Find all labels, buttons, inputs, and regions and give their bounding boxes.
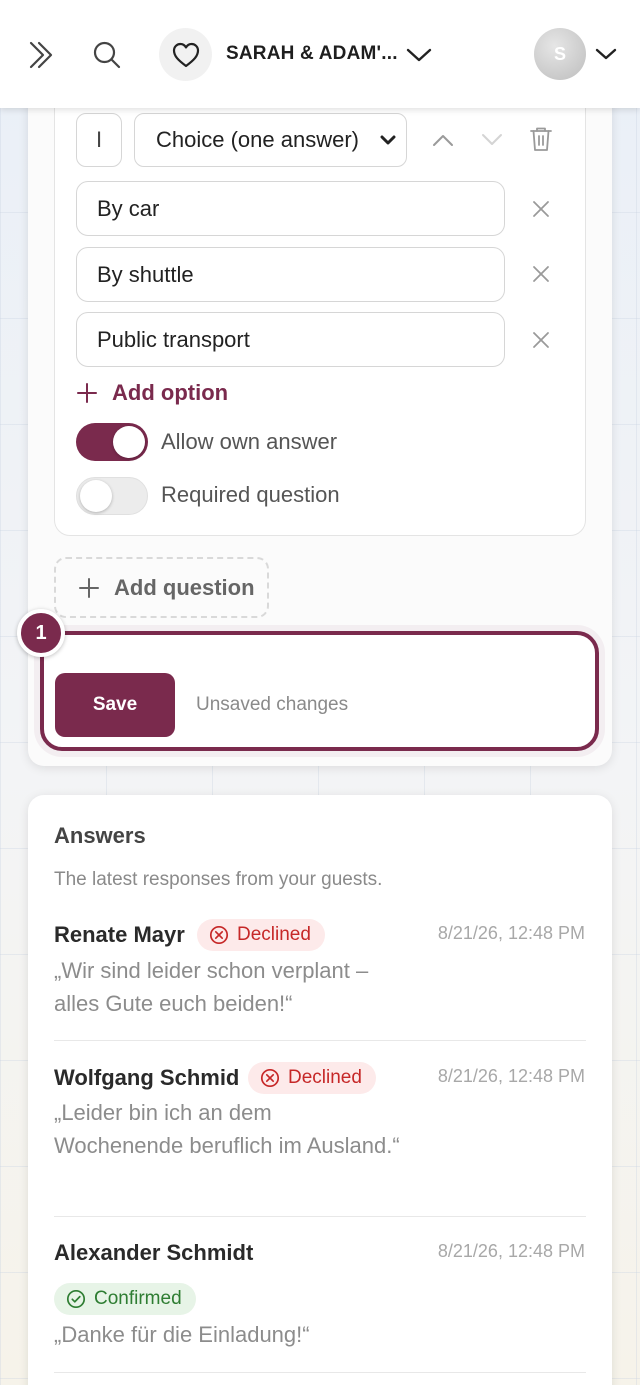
remove-option-button[interactable] bbox=[527, 260, 555, 288]
delete-question-button[interactable] bbox=[525, 122, 557, 156]
event-switcher-button[interactable] bbox=[402, 38, 436, 72]
plus-icon bbox=[76, 382, 98, 404]
chevron-up-icon bbox=[433, 135, 453, 146]
step-badge: 1 bbox=[17, 609, 65, 657]
account-menu-button[interactable] bbox=[590, 38, 622, 70]
response-name: Renate Mayr bbox=[54, 922, 185, 947]
allow-own-answer-toggle[interactable] bbox=[76, 423, 148, 461]
response-message: „Leider bin ich an dem Wochenende berufl… bbox=[54, 1100, 400, 1158]
answers-title: Answers bbox=[54, 823, 146, 848]
move-question-up-button[interactable] bbox=[427, 124, 459, 156]
required-question-toggle[interactable] bbox=[76, 477, 148, 515]
option-input[interactable]: Public transport bbox=[76, 312, 505, 367]
divider bbox=[54, 1372, 586, 1373]
close-icon bbox=[533, 332, 549, 348]
response-time: 8/21/26, 12:48 PM bbox=[437, 1066, 585, 1086]
save-button[interactable]: Save bbox=[55, 673, 175, 737]
response-name: Wolfgang Schmid bbox=[54, 1065, 240, 1090]
remove-option-button[interactable] bbox=[527, 195, 555, 223]
status-badge-label: Declined bbox=[237, 924, 311, 945]
event-title[interactable]: SARAH & ADAM'... bbox=[226, 43, 398, 65]
question-type-value: Choice (one answer) bbox=[156, 127, 359, 152]
status-badge: Declined bbox=[248, 1062, 376, 1094]
divider bbox=[54, 1216, 586, 1217]
status-badge: Declined bbox=[197, 919, 325, 951]
add-option-button[interactable]: Add option bbox=[76, 375, 228, 411]
search-button[interactable] bbox=[86, 34, 128, 76]
heart-icon bbox=[172, 42, 199, 67]
avatar[interactable]: S bbox=[534, 28, 586, 80]
divider bbox=[54, 1040, 586, 1041]
allow-own-answer-label: Allow own answer bbox=[161, 429, 338, 454]
response-name: Alexander Schmidt bbox=[54, 1240, 254, 1265]
response-time: 8/21/26, 12:48 PM bbox=[437, 923, 585, 943]
remove-option-button[interactable] bbox=[527, 326, 555, 354]
add-option-label: Add option bbox=[112, 380, 229, 405]
option-input[interactable]: By car bbox=[76, 181, 505, 236]
expand-sidebar-button[interactable] bbox=[20, 34, 62, 76]
move-question-down-button[interactable] bbox=[476, 124, 508, 156]
status-badge: Confirmed bbox=[54, 1283, 196, 1315]
trash-icon bbox=[530, 127, 552, 151]
status-badge-label: Confirmed bbox=[94, 1288, 182, 1309]
chevron-down-icon bbox=[482, 134, 502, 145]
chevron-down-icon bbox=[595, 48, 617, 60]
double-chevron-right-icon bbox=[29, 41, 53, 69]
close-icon bbox=[533, 266, 549, 282]
top-bar: SARAH & ADAM'... S bbox=[0, 0, 640, 108]
option-input[interactable]: By shuttle bbox=[76, 247, 505, 302]
response-time: 8/21/26, 12:48 PM bbox=[437, 1241, 585, 1261]
search-icon bbox=[93, 41, 121, 69]
chevron-down-icon bbox=[406, 48, 432, 62]
close-icon bbox=[533, 201, 549, 217]
response-message: „Wir sind leider schon verplant – alles … bbox=[54, 958, 369, 1016]
question-icon-select[interactable]: I bbox=[76, 113, 122, 167]
x-circle-icon bbox=[260, 1068, 280, 1088]
check-circle-icon bbox=[66, 1289, 86, 1309]
response-message: „Danke für die Einladung!“ bbox=[54, 1322, 310, 1347]
add-question-label: Add question bbox=[114, 574, 255, 600]
x-circle-icon bbox=[209, 925, 229, 945]
plus-icon bbox=[78, 577, 100, 599]
add-question-button[interactable]: Add question bbox=[54, 557, 269, 618]
required-question-label: Required question bbox=[161, 482, 340, 507]
chevron-down-icon bbox=[380, 135, 396, 145]
save-status: Unsaved changes bbox=[196, 694, 349, 715]
answers-subtitle: The latest responses from your guests. bbox=[54, 869, 383, 890]
question-type-select[interactable]: Choice (one answer) bbox=[134, 113, 407, 167]
event-heart-button[interactable] bbox=[159, 28, 212, 81]
status-badge-label: Declined bbox=[288, 1067, 362, 1088]
